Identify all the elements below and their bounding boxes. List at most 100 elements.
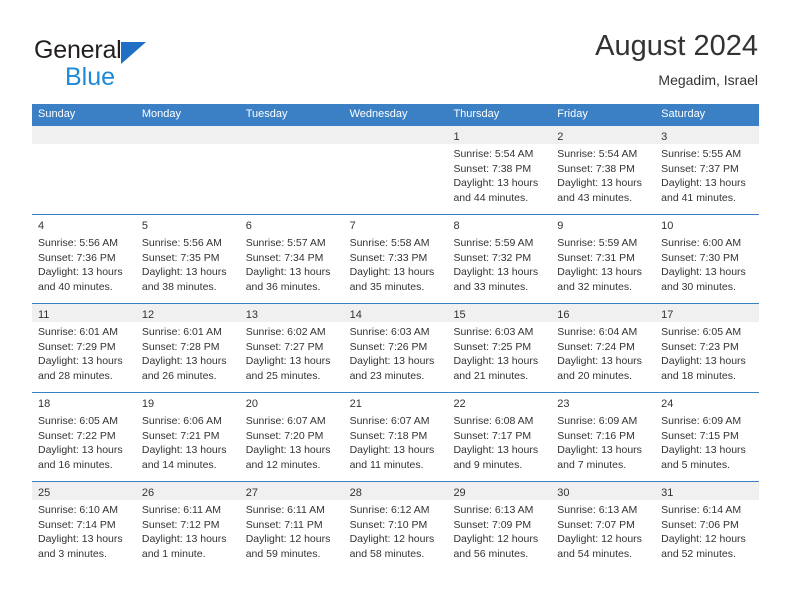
day-number: 19 <box>141 398 155 410</box>
page-header: General Blue August 2024 Megadim, Israel <box>34 28 758 98</box>
day-number-band: 18 <box>32 393 136 411</box>
daylight-text-line2: and 56 minutes. <box>453 547 529 560</box>
sunrise-text: Sunrise: 5:58 AM <box>349 237 430 249</box>
triangle-logo-icon <box>120 42 146 64</box>
day-number: 1 <box>453 131 460 143</box>
day-number-band: 19 <box>135 393 240 411</box>
daylight-text-line1: Daylight: 13 hours <box>349 355 435 368</box>
daylight-text-line1: Daylight: 13 hours <box>661 266 746 279</box>
day-details: Sunrise: 5:56 AM Sunset: 7:35 PM Daylight:… <box>136 233 240 294</box>
sunrise-text: Sunrise: 5:55 AM <box>661 148 742 160</box>
day-cell-15[interactable]: 15 Sunrise: 6:03 AM Sunset: 7:25 PM Dayligh… <box>447 304 552 392</box>
day-cell-23[interactable]: 23 Sunrise: 6:09 AM Sunset: 7:16 PM Dayligh… <box>551 393 656 481</box>
calendar-week-row: 11 Sunrise: 6:01 AM Sunset: 7:29 PM Dayligh… <box>32 303 760 392</box>
day-number-band: 28 <box>343 482 448 500</box>
daylight-text-line2: and 41 minutes. <box>661 191 736 204</box>
day-cell-24[interactable]: 24 Sunrise: 6:09 AM Sunset: 7:15 PM Dayligh… <box>655 393 760 481</box>
daylight-text-line2: and 54 minutes. <box>557 547 633 560</box>
sunrise-text: Sunrise: 6:03 AM <box>453 326 534 338</box>
day-cell-20[interactable]: 20 Sunrise: 6:07 AM Sunset: 7:20 PM Dayligh… <box>239 393 344 481</box>
day-cell-16[interactable]: 16 Sunrise: 6:04 AM Sunset: 7:24 PM Dayligh… <box>551 304 656 392</box>
day-cell-4[interactable]: 4 Sunrise: 5:56 AM Sunset: 7:36 PM Daylight… <box>32 215 136 303</box>
day-cell-28[interactable]: 28 Sunrise: 6:12 AM Sunset: 7:10 PM Dayligh… <box>343 482 448 570</box>
daylight-text-line2: and 59 minutes. <box>245 547 321 560</box>
day-number: 10 <box>661 220 674 232</box>
sunrise-text: Sunrise: 6:13 AM <box>557 504 638 516</box>
day-cell-3[interactable]: 3 Sunrise: 5:55 AM Sunset: 7:37 PM Daylight… <box>655 126 760 214</box>
sunrise-text: Sunrise: 6:00 AM <box>661 237 742 249</box>
daylight-text-line1: Daylight: 13 hours <box>38 355 123 368</box>
day-cell-26[interactable]: 26 Sunrise: 6:11 AM Sunset: 7:12 PM Dayligh… <box>135 482 240 570</box>
weekday-header-friday: Friday <box>557 108 588 120</box>
day-number: 30 <box>557 487 570 499</box>
daylight-text-line1: Daylight: 13 hours <box>453 266 539 279</box>
day-details: Sunrise: 6:01 AM Sunset: 7:29 PM Daylight:… <box>32 322 136 383</box>
day-cell-25[interactable]: 25 Sunrise: 6:10 AM Sunset: 7:14 PM Dayligh… <box>32 482 136 570</box>
day-details: Sunrise: 6:09 AM Sunset: 7:15 PM Daylight:… <box>655 411 759 472</box>
day-cell-9[interactable]: 9 Sunrise: 5:59 AM Sunset: 7:31 PM Daylight… <box>551 215 656 303</box>
day-cell-7[interactable]: 7 Sunrise: 5:58 AM Sunset: 7:33 PM Daylight… <box>343 215 448 303</box>
daylight-text-line1: Daylight: 13 hours <box>141 444 227 457</box>
day-cell-12[interactable]: 12 Sunrise: 6:01 AM Sunset: 7:28 PM Dayligh… <box>135 304 240 392</box>
sunset-text: Sunset: 7:33 PM <box>349 251 428 264</box>
calendar-week-row: 4 Sunrise: 5:56 AM Sunset: 7:36 PM Daylight… <box>32 214 760 303</box>
day-cell-11[interactable]: 11 Sunrise: 6:01 AM Sunset: 7:29 PM Dayligh… <box>32 304 136 392</box>
day-number-band <box>239 126 344 144</box>
sunrise-text: Sunrise: 5:57 AM <box>245 237 326 249</box>
day-details: Sunrise: 5:59 AM Sunset: 7:32 PM Daylight:… <box>447 233 551 294</box>
day-number-band: 12 <box>135 304 240 322</box>
day-details: Sunrise: 5:54 AM Sunset: 7:38 PM Daylight:… <box>551 144 655 205</box>
sunrise-text: Sunrise: 6:05 AM <box>38 415 118 427</box>
daylight-text-line1: Daylight: 13 hours <box>661 177 746 190</box>
day-cell-10[interactable]: 10 Sunrise: 6:00 AM Sunset: 7:30 PM Dayligh… <box>655 215 760 303</box>
sunrise-text: Sunrise: 6:05 AM <box>661 326 742 338</box>
day-cell-21[interactable]: 21 Sunrise: 6:07 AM Sunset: 7:18 PM Dayligh… <box>343 393 448 481</box>
day-cell-27[interactable]: 27 Sunrise: 6:11 AM Sunset: 7:11 PM Dayligh… <box>239 482 344 570</box>
daylight-text-line2: and 58 minutes. <box>349 547 425 560</box>
day-cell-8[interactable]: 8 Sunrise: 5:59 AM Sunset: 7:32 PM Daylight… <box>447 215 552 303</box>
day-cell-30[interactable]: 30 Sunrise: 6:13 AM Sunset: 7:07 PM Dayligh… <box>551 482 656 570</box>
daylight-text-line1: Daylight: 12 hours <box>661 533 746 546</box>
day-cell-17[interactable]: 17 Sunrise: 6:05 AM Sunset: 7:23 PM Dayligh… <box>655 304 760 392</box>
day-details: Sunrise: 5:56 AM Sunset: 7:36 PM Daylight:… <box>32 233 136 294</box>
day-details: Sunrise: 6:05 AM Sunset: 7:22 PM Daylight:… <box>32 411 136 472</box>
sunset-text: Sunset: 7:11 PM <box>245 518 323 531</box>
daylight-text-line1: Daylight: 13 hours <box>141 355 227 368</box>
day-cell-19[interactable]: 19 Sunrise: 6:06 AM Sunset: 7:21 PM Dayligh… <box>135 393 240 481</box>
calendar-week-row: 1 Sunrise: 5:54 AM Sunset: 7:38 PM Daylight… <box>32 125 760 214</box>
daylight-text-line1: Daylight: 12 hours <box>349 533 435 546</box>
sunset-text: Sunset: 7:36 PM <box>38 251 116 264</box>
day-number-band: 14 <box>343 304 448 322</box>
day-cell-14[interactable]: 14 Sunrise: 6:03 AM Sunset: 7:26 PM Dayligh… <box>343 304 448 392</box>
sunrise-text: Sunrise: 6:06 AM <box>141 415 222 427</box>
day-cell-1[interactable]: 1 Sunrise: 5:54 AM Sunset: 7:38 PM Daylight… <box>447 126 552 214</box>
day-cell-6[interactable]: 6 Sunrise: 5:57 AM Sunset: 7:34 PM Daylight… <box>239 215 344 303</box>
day-cell-22[interactable]: 22 Sunrise: 6:08 AM Sunset: 7:17 PM Dayligh… <box>447 393 552 481</box>
daylight-text-line2: and 5 minutes. <box>661 458 731 471</box>
daylight-text-line1: Daylight: 13 hours <box>245 355 331 368</box>
sunset-text: Sunset: 7:37 PM <box>661 162 739 175</box>
brand-logo[interactable]: General Blue <box>34 36 254 94</box>
sunset-text: Sunset: 7:21 PM <box>141 429 220 442</box>
day-cell-2[interactable]: 2 Sunrise: 5:54 AM Sunset: 7:38 PM Daylight… <box>551 126 656 214</box>
sunset-text: Sunset: 7:31 PM <box>557 251 635 264</box>
day-cell-18[interactable]: 18 Sunrise: 6:05 AM Sunset: 7:22 PM Dayligh… <box>32 393 136 481</box>
sunset-text: Sunset: 7:38 PM <box>557 162 635 175</box>
day-details: Sunrise: 6:05 AM Sunset: 7:23 PM Daylight:… <box>655 322 759 383</box>
daylight-text-line2: and 20 minutes. <box>557 369 633 382</box>
day-cell-5[interactable]: 5 Sunrise: 5:56 AM Sunset: 7:35 PM Daylight… <box>135 215 240 303</box>
day-details: Sunrise: 6:00 AM Sunset: 7:30 PM Daylight:… <box>655 233 759 294</box>
day-cell-empty <box>32 126 136 214</box>
day-number: 9 <box>557 220 564 232</box>
sunrise-text: Sunrise: 6:07 AM <box>349 415 430 427</box>
day-cell-31[interactable]: 31 Sunrise: 6:14 AM Sunset: 7:06 PM Dayligh… <box>655 482 760 570</box>
day-cell-13[interactable]: 13 Sunrise: 6:02 AM Sunset: 7:27 PM Dayligh… <box>239 304 344 392</box>
daylight-text-line2: and 21 minutes. <box>453 369 529 382</box>
day-number: 16 <box>557 309 570 321</box>
sunrise-text: Sunrise: 6:04 AM <box>557 326 638 338</box>
day-cell-29[interactable]: 29 Sunrise: 6:13 AM Sunset: 7:09 PM Dayligh… <box>447 482 552 570</box>
sunset-text: Sunset: 7:24 PM <box>557 340 635 353</box>
day-details: Sunrise: 6:08 AM Sunset: 7:17 PM Daylight:… <box>447 411 551 472</box>
daylight-text-line2: and 14 minutes. <box>141 458 217 471</box>
calendar-page: General Blue August 2024 Megadim, Israel… <box>0 0 792 612</box>
